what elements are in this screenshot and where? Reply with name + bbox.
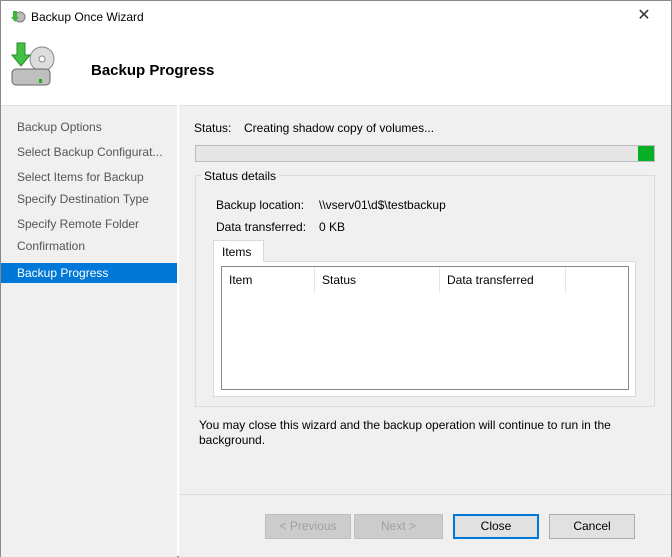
sidebar-item-select-items[interactable]: Select Items for Backup <box>1 167 177 187</box>
progress-bar <box>195 145 655 162</box>
wizard-header: Backup Progress <box>1 33 671 104</box>
close-window-button[interactable]: ✕ <box>629 5 659 27</box>
sidebar-item-backup-options[interactable]: Backup Options <box>1 117 177 137</box>
backup-location-value: \\vserv01\d$\testbackup <box>319 198 446 212</box>
window-title: Backup Once Wizard <box>31 10 144 24</box>
items-list[interactable]: Item Status Data transferred <box>221 266 629 390</box>
button-bar-divider <box>179 494 671 495</box>
column-header-status[interactable]: Status <box>315 267 440 293</box>
previous-button[interactable]: < Previous <box>265 514 351 539</box>
data-transferred-label: Data transferred: <box>216 220 307 234</box>
page-title: Backup Progress <box>91 62 215 79</box>
sidebar-item-backup-progress[interactable]: Backup Progress <box>1 263 177 283</box>
sidebar-item-confirmation[interactable]: Confirmation <box>1 236 177 256</box>
sidebar-item-destination-type[interactable]: Specify Destination Type <box>1 189 177 209</box>
sidebar-item-select-backup-configuration[interactable]: Select Backup Configurat... <box>1 142 177 162</box>
wizard-steps-sidebar: Backup Options Select Backup Configurat.… <box>1 105 177 557</box>
status-details-label: Status details <box>201 169 280 183</box>
status-value: Creating shadow copy of volumes... <box>244 121 435 135</box>
app-icon <box>10 9 26 25</box>
backup-drive-icon <box>9 41 59 91</box>
sidebar-item-remote-folder[interactable]: Specify Remote Folder <box>1 214 177 234</box>
progress-fill <box>638 146 654 161</box>
next-button[interactable]: Next > <box>354 514 443 539</box>
column-header-data-transferred[interactable]: Data transferred <box>440 267 566 293</box>
close-button[interactable]: Close <box>453 514 539 539</box>
wizard-window: Backup Once Wizard ✕ Backup Progress Bac… <box>0 0 672 557</box>
data-transferred-value: 0 KB <box>319 220 346 234</box>
background-note: You may close this wizard and the backup… <box>199 418 611 447</box>
tab-items[interactable]: Items <box>213 240 264 262</box>
column-header-item[interactable]: Item <box>222 267 315 293</box>
status-label: Status: <box>194 121 232 135</box>
backup-location-label: Backup location: <box>216 198 305 212</box>
cancel-button[interactable]: Cancel <box>549 514 635 539</box>
